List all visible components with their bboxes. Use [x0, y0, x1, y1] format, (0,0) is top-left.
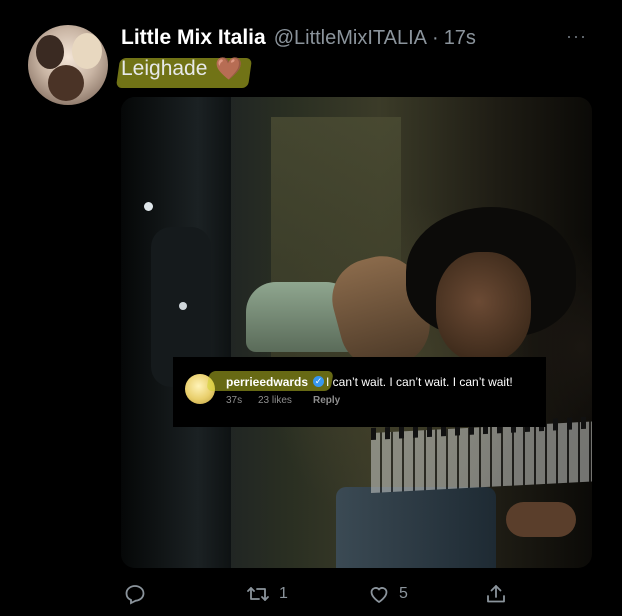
retweet-button[interactable]: 1: [245, 582, 288, 606]
brown-heart-emoji: 🤎: [215, 56, 243, 81]
tweet-actions-bar: 1 5: [0, 578, 622, 608]
display-name[interactable]: Little Mix Italia: [121, 26, 266, 50]
comment-likes: 23 likes: [258, 395, 292, 406]
share-button[interactable]: [484, 582, 508, 606]
person-face: [436, 252, 531, 362]
studio-light: [144, 202, 153, 211]
tweet-timestamp[interactable]: 17s: [444, 27, 476, 50]
tweet-header: Little Mix Italia @LittleMixITALIA · 17s: [121, 26, 476, 50]
profile-avatar[interactable]: [28, 25, 108, 105]
like-count: 5: [399, 585, 408, 602]
person-hand: [506, 502, 576, 537]
studio-light: [179, 302, 187, 310]
tweet-media-image[interactable]: [121, 97, 592, 568]
reply-icon: [125, 585, 145, 605]
verified-badge-icon: ✓: [313, 376, 324, 387]
user-handle[interactable]: @LittleMixITALIA: [274, 27, 427, 50]
more-options-icon[interactable]: ···: [566, 26, 587, 47]
tweet-text: Leighade 🤎: [121, 56, 243, 82]
comment-reply-label: Reply: [313, 395, 341, 406]
share-icon: [487, 585, 505, 603]
commenter-username: perrieedwards: [226, 375, 309, 389]
reply-button[interactable]: [123, 582, 147, 606]
person-legs: [336, 487, 496, 568]
retweet-count: 1: [279, 585, 288, 602]
retweet-icon: [247, 587, 269, 601]
like-button[interactable]: 5: [367, 582, 408, 606]
comment-text: I can’t wait. I can’t wait. I can’t wait…: [326, 375, 513, 389]
separator-dot: ·: [432, 27, 439, 49]
heart-icon: [370, 587, 388, 604]
instagram-comment-overlay: perrieedwards ✓ I can’t wait. I can’t wa…: [173, 357, 546, 427]
comment-time: 37s: [226, 395, 243, 406]
tweet-text-content: Leighade: [121, 57, 208, 80]
